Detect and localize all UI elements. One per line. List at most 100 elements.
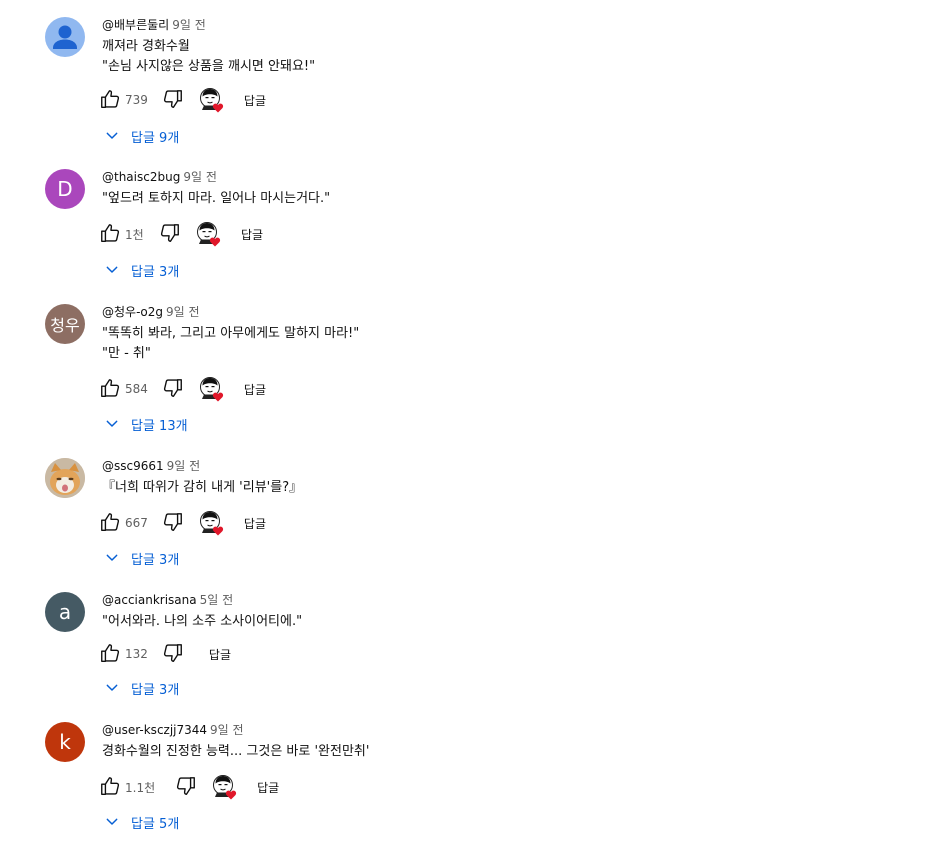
comment-text-line: "손님 사지않은 상품을 깨시면 안돼요!"	[102, 59, 316, 74]
thumbs-down-icon	[162, 88, 184, 113]
comment-header: @ssc9661 9일 전	[102, 458, 908, 474]
comment-body: @acciankrisana 5일 전 "어서와라. 나의 소주 소사이어티에."	[102, 592, 908, 632]
thumbs-up-icon	[99, 775, 121, 800]
replies-label: 답글 3개	[131, 264, 180, 280]
view-replies-button[interactable]: 답글 3개	[104, 678, 179, 698]
comment-actions: 1천 답글	[98, 221, 263, 247]
view-replies-button[interactable]: 답글 3개	[104, 260, 179, 280]
comment-text: "엎드려 토하지 마라. 일어나 마시는거다."	[102, 189, 908, 209]
replies-label: 답글 3개	[131, 552, 180, 568]
like-button[interactable]	[98, 88, 122, 112]
dislike-button[interactable]	[158, 222, 182, 246]
like-count: 667	[125, 516, 148, 530]
dislike-button[interactable]	[174, 775, 198, 799]
like-count: 739	[125, 93, 148, 107]
thumbs-up-icon	[99, 511, 121, 536]
author-name[interactable]: @acciankrisana	[102, 593, 197, 607]
chevron-down-icon	[104, 680, 120, 696]
view-replies-button[interactable]: 답글 3개	[104, 548, 179, 568]
comment-header: @acciankrisana 5일 전	[102, 592, 908, 608]
avatar[interactable]: D	[45, 169, 85, 209]
dislike-button[interactable]	[161, 642, 185, 666]
author-name[interactable]: @배부른둘리	[102, 18, 169, 32]
chevron-down-icon	[104, 262, 120, 278]
avatar-letter: 청우	[50, 316, 80, 335]
comment-text: "똑똑히 봐라, 그리고 아무에게도 말하지 마라!" "만 - 취"	[102, 324, 908, 364]
comment-header: @thaisc2bug 9일 전	[102, 169, 908, 185]
published-time[interactable]: 9일 전	[210, 723, 244, 737]
comment-body: @청우-o2g 9일 전 "똑똑히 봐라, 그리고 아무에게도 말하지 마라!" "만…	[102, 304, 908, 364]
chevron-down-icon	[104, 550, 120, 566]
like-button[interactable]	[98, 222, 122, 246]
published-time[interactable]: 9일 전	[166, 305, 200, 319]
like-button[interactable]	[98, 775, 122, 799]
thumbs-down-icon	[162, 377, 184, 402]
avatar-letter: a	[58, 600, 72, 624]
like-button[interactable]	[98, 377, 122, 401]
thumbs-down-icon	[162, 511, 184, 536]
creator-heart-icon	[199, 376, 225, 402]
thumbs-up-icon	[99, 642, 121, 667]
author-name[interactable]: @청우-o2g	[102, 305, 163, 319]
comment-text-line: 경화수월의 진정한 능력... 그것은 바로 '완전만취'	[102, 744, 370, 759]
comment-body: @ssc9661 9일 전 『너희 따위가 감히 내게 '리뷰'를?』	[102, 458, 908, 498]
reply-button[interactable]: 답글	[209, 644, 231, 665]
creator-heart-icon	[199, 87, 225, 113]
published-time[interactable]: 9일 전	[172, 18, 206, 32]
published-time[interactable]: 5일 전	[200, 593, 234, 607]
comment-body: @thaisc2bug 9일 전 "엎드려 토하지 마라. 일어나 마시는거다."	[102, 169, 908, 209]
reply-button[interactable]: 답글	[244, 90, 266, 111]
like-button[interactable]	[98, 511, 122, 535]
chevron-down-icon	[104, 128, 120, 144]
published-time[interactable]: 9일 전	[183, 170, 217, 184]
reply-button[interactable]: 답글	[244, 379, 266, 400]
avatar[interactable]: 청우	[45, 304, 85, 344]
reply-button[interactable]: 답글	[257, 777, 279, 798]
reply-button[interactable]: 답글	[241, 224, 263, 245]
author-name[interactable]: @ssc9661	[102, 459, 164, 473]
chevron-down-icon	[104, 416, 120, 432]
dislike-button[interactable]	[161, 88, 185, 112]
dislike-button[interactable]	[161, 511, 185, 535]
thumbs-down-icon	[162, 642, 184, 667]
comment-body: @user-ksczjj7344 9일 전경화수월의 진정한 능력... 그것은 …	[102, 722, 908, 762]
default-avatar-icon[interactable]	[45, 17, 85, 57]
view-replies-button[interactable]: 답글 5개	[104, 812, 179, 832]
avatar-photo[interactable]	[45, 458, 85, 498]
thumbs-down-icon	[159, 222, 181, 247]
view-replies-button[interactable]: 답글 9개	[104, 126, 179, 146]
like-count: 1천	[125, 227, 144, 242]
comment-actions: 584 답글	[98, 376, 266, 402]
creator-heart-icon	[199, 510, 225, 536]
avatar[interactable]: k	[45, 722, 85, 762]
comment-text: 깨져라 경화수월 "손님 사지않은 상품을 깨시면 안돼요!"	[102, 37, 908, 77]
comment-text-line: "엎드려 토하지 마라. 일어나 마시는거다."	[102, 191, 331, 206]
view-replies-button[interactable]: 답글 13개	[104, 414, 188, 434]
author-name[interactable]: @user-ksczjj7344	[102, 723, 207, 737]
comment-text: 『너희 따위가 감히 내게 '리뷰'를?』	[102, 478, 908, 498]
comment-text-line: "똑똑히 봐라, 그리고 아무에게도 말하지 마라!"	[102, 326, 360, 341]
like-count: 132	[125, 647, 148, 661]
comment-actions: 132 답글	[98, 642, 231, 666]
comment-text-line: 『너희 따위가 감히 내게 '리뷰'를?』	[102, 480, 303, 495]
comment-text-line: "어서와라. 나의 소주 소사이어티에."	[102, 614, 303, 629]
avatar[interactable]: a	[45, 592, 85, 632]
comment-actions: 1.1천 답글	[98, 775, 279, 800]
published-time[interactable]: 9일 전	[167, 459, 201, 473]
thumbs-up-icon	[99, 222, 121, 247]
comment-header: @청우-o2g 9일 전	[102, 304, 908, 320]
like-button[interactable]	[98, 642, 122, 666]
avatar-letter: D	[57, 177, 73, 201]
creator-heart-icon	[196, 221, 222, 247]
author-name[interactable]: @thaisc2bug	[102, 170, 180, 184]
avatar-letter: k	[59, 730, 71, 754]
dislike-button[interactable]	[161, 377, 185, 401]
reply-button[interactable]: 답글	[244, 513, 266, 534]
comment-text: "어서와라. 나의 소주 소사이어티에."	[102, 612, 908, 632]
like-count: 584	[125, 382, 148, 396]
replies-label: 답글 13개	[131, 418, 188, 434]
like-count: 1.1천	[125, 780, 156, 795]
comment-text-line: "만 - 취"	[102, 346, 151, 361]
thumbs-up-icon	[99, 377, 121, 402]
chevron-down-icon	[104, 814, 120, 830]
